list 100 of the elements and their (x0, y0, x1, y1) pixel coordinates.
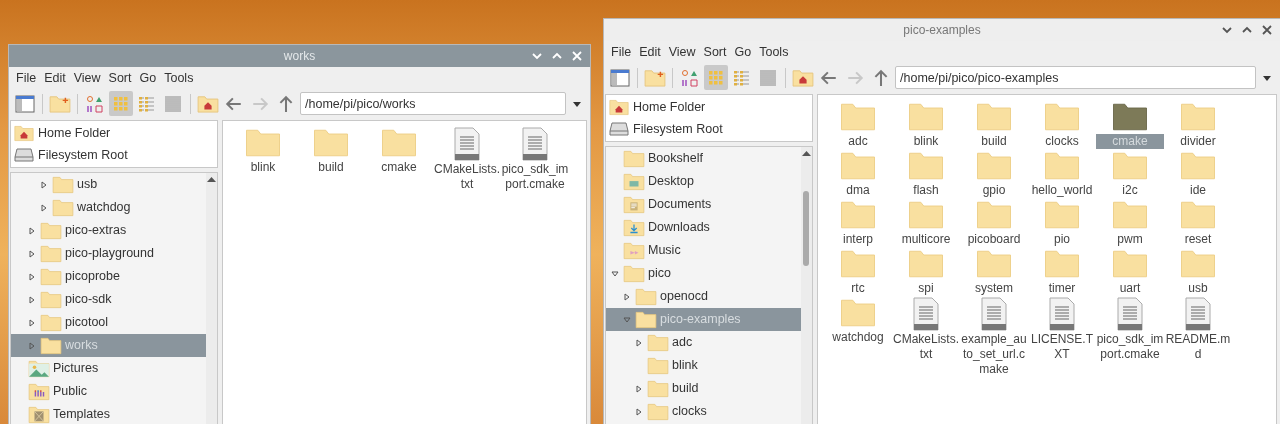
menu-item[interactable]: Edit (635, 42, 665, 62)
place-item[interactable]: Filesystem Root (606, 118, 812, 140)
menu-item[interactable]: Go (135, 68, 161, 88)
window-title: works (283, 48, 316, 65)
folder-item[interactable]: usb (1164, 248, 1232, 296)
folder-icon (908, 248, 944, 280)
folder-item[interactable]: rtc (824, 248, 892, 296)
folder-item[interactable]: dma (824, 150, 892, 198)
path-field[interactable]: /home/pi/pico/works (300, 92, 566, 115)
menu-item[interactable]: View (664, 42, 700, 62)
scroll-up-arrow-icon[interactable] (207, 176, 216, 182)
document-item[interactable]: CMakeLists.txt (892, 297, 960, 377)
scroll-up-arrow-icon[interactable] (802, 150, 811, 156)
place-item[interactable]: Home Folder (11, 122, 217, 144)
menu-item[interactable]: Go (730, 42, 756, 62)
tree-item[interactable]: blink (606, 354, 801, 377)
folder-item[interactable]: spi (892, 248, 960, 296)
tree-item[interactable]: Downloads (606, 216, 801, 239)
folder-item[interactable]: blink (892, 101, 960, 149)
folder-item[interactable]: divider (1164, 101, 1232, 149)
expander-arrow-icon[interactable] (634, 337, 644, 348)
menu-item[interactable]: File (607, 42, 636, 62)
folder-item[interactable]: build (960, 101, 1028, 149)
menu-item[interactable]: View (69, 68, 105, 88)
tree-item[interactable]: pico-playground (11, 242, 206, 265)
expander-arrow-icon[interactable] (39, 202, 49, 213)
folder-icon (840, 199, 876, 231)
folder-item[interactable]: hello_world (1028, 150, 1096, 198)
path-field[interactable]: /home/pi/pico/pico-examples (895, 66, 1256, 89)
tree-item[interactable]: watchdog (11, 196, 206, 219)
folder-item[interactable]: ide (1164, 150, 1232, 198)
expander-arrow-icon[interactable] (610, 268, 620, 279)
folder-item[interactable]: timer (1028, 248, 1096, 296)
menu-item[interactable]: Tools (755, 42, 793, 62)
home-folder-icon (792, 68, 814, 87)
expander-arrow-icon[interactable] (622, 314, 632, 325)
close-icon[interactable] (570, 49, 584, 63)
tree-item[interactable]: picoprobe (11, 265, 206, 288)
tree-item[interactable]: clocks (606, 400, 801, 423)
expander-arrow-icon[interactable] (634, 406, 644, 417)
folder-item[interactable]: multicore (892, 199, 960, 247)
tree-item[interactable]: picotool (11, 311, 206, 334)
expander-arrow-icon[interactable] (27, 294, 37, 305)
tree-item[interactable]: pico (606, 262, 801, 285)
document-item[interactable]: README.md (1164, 297, 1232, 377)
menu-item[interactable]: Tools (160, 68, 198, 88)
tree-item[interactable]: Templates (11, 403, 206, 424)
place-item[interactable]: Home Folder (606, 96, 812, 118)
scrollbar[interactable] (801, 147, 812, 424)
expander-arrow-icon[interactable] (27, 248, 37, 259)
menu-item[interactable]: Edit (40, 68, 70, 88)
expander-arrow-icon[interactable] (27, 340, 37, 351)
folder-item[interactable]: pio (1028, 199, 1096, 247)
menu-item[interactable]: File (12, 68, 41, 88)
document-item[interactable]: pico_sdk_import.cmake (1096, 297, 1164, 377)
tree-item[interactable]: usb (11, 173, 206, 196)
folder-item[interactable]: interp (824, 199, 892, 247)
expander-arrow-icon[interactable] (634, 383, 644, 394)
tree-item[interactable]: Music (606, 239, 801, 262)
tree-item[interactable]: pico-sdk (11, 288, 206, 311)
tree-item[interactable]: openocd (606, 285, 801, 308)
expander-arrow-icon[interactable] (39, 179, 49, 190)
tree-item[interactable]: pico-extras (11, 219, 206, 242)
home-folder-icon (197, 94, 219, 113)
document-item[interactable]: example_auto_set_url.cmake (960, 297, 1028, 377)
expander-arrow-icon[interactable] (27, 271, 37, 282)
folder-item[interactable]: picoboard (960, 199, 1028, 247)
tree-item[interactable]: Public (11, 380, 206, 403)
tree-item[interactable]: adc (606, 331, 801, 354)
folder-item[interactable]: watchdog (824, 297, 892, 377)
close-icon[interactable] (1260, 23, 1274, 37)
folder-icon (976, 150, 1012, 182)
tree-item[interactable]: Desktop (606, 170, 801, 193)
document-item[interactable]: pico_sdk_import.cmake (501, 127, 569, 192)
folder-item[interactable]: pwm (1096, 199, 1164, 247)
folder-item[interactable]: blink (229, 127, 297, 192)
expander-arrow-icon[interactable] (27, 225, 37, 236)
document-item[interactable]: LICENSE.TXT (1028, 297, 1096, 377)
tree-item[interactable]: build (606, 377, 801, 400)
folder-item[interactable]: cmake (365, 127, 433, 192)
folder-item[interactable]: flash (892, 150, 960, 198)
place-item[interactable]: Filesystem Root (11, 144, 217, 166)
folder-item[interactable]: uart (1096, 248, 1164, 296)
document-item[interactable]: CMakeLists.txt (433, 127, 501, 192)
tree-item[interactable]: Pictures (11, 357, 206, 380)
tree-item[interactable]: Documents (606, 193, 801, 216)
menu-item[interactable]: Sort (699, 42, 731, 62)
tree-item[interactable]: Bookshelf (606, 147, 801, 170)
text-document-icon (454, 127, 480, 161)
folder-item[interactable]: build (297, 127, 365, 192)
folder-item[interactable]: adc (824, 101, 892, 149)
folder-item[interactable]: clocks (1028, 101, 1096, 149)
expander-arrow-icon[interactable] (622, 291, 632, 302)
scrollbar[interactable] (206, 173, 217, 424)
folder-item[interactable]: i2c (1096, 150, 1164, 198)
menu-item[interactable]: Sort (104, 68, 136, 88)
expander-arrow-icon[interactable] (27, 317, 37, 328)
folder-item[interactable]: system (960, 248, 1028, 296)
folder-item[interactable]: reset (1164, 199, 1232, 247)
folder-item[interactable]: gpio (960, 150, 1028, 198)
